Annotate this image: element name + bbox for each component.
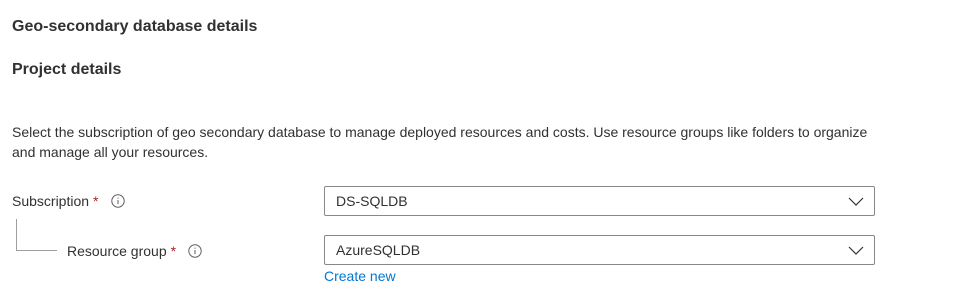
resource-group-dropdown[interactable]: AzureSQLDB <box>324 235 875 265</box>
subscription-label: Subscription <box>12 193 90 209</box>
chevron-down-icon <box>848 246 864 255</box>
subscription-label-group: Subscription * <box>12 191 125 211</box>
subscription-dropdown[interactable]: DS-SQLDB <box>324 186 875 216</box>
info-icon[interactable] <box>110 194 125 208</box>
geo-secondary-section-title: Geo-secondary database details <box>12 18 258 35</box>
project-details-description: Select the subscription of geo secondary… <box>12 124 868 160</box>
chevron-down-icon <box>848 197 864 206</box>
resource-group-label: Resource group <box>67 243 167 259</box>
project-details-title: Project details <box>12 61 122 78</box>
resource-group-required-mark: * <box>170 243 177 259</box>
resource-group-label-group: Resource group * <box>67 241 202 261</box>
info-icon[interactable] <box>188 244 202 258</box>
subscription-required-mark: * <box>93 193 99 209</box>
resource-group-selected-value: AzureSQLDB <box>336 242 421 258</box>
create-new-resource-group-link[interactable]: Create new <box>324 268 396 284</box>
subscription-selected-value: DS-SQLDB <box>336 193 408 209</box>
tree-connector <box>16 219 57 251</box>
